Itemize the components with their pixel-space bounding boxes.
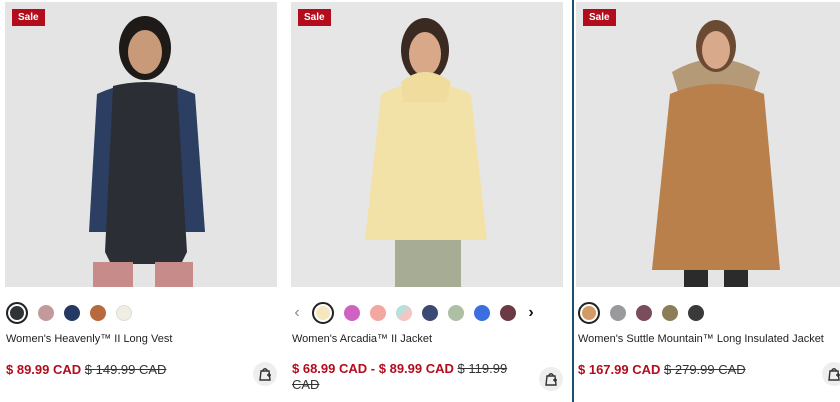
- color-swatch[interactable]: [636, 305, 652, 321]
- price-separator: -: [370, 361, 376, 376]
- color-swatch[interactable]: [370, 305, 386, 321]
- product-image[interactable]: Sale: [291, 2, 563, 287]
- color-swatches: [6, 302, 132, 324]
- add-to-bag-icon: [545, 373, 557, 386]
- add-to-bag-button[interactable]: [539, 367, 563, 391]
- color-swatch[interactable]: [688, 305, 704, 321]
- color-swatch[interactable]: [38, 305, 54, 321]
- sale-badge: Sale: [298, 9, 331, 26]
- add-to-bag-button[interactable]: [822, 362, 840, 386]
- product-name[interactable]: Women's Heavenly™ II Long Vest: [6, 333, 172, 345]
- chevron-left-icon[interactable]: ‹: [292, 304, 302, 322]
- add-to-bag-icon: [259, 368, 271, 381]
- sale-price: $ 89.99 CAD: [6, 362, 82, 377]
- add-to-bag-icon: [828, 368, 840, 381]
- color-swatch[interactable]: [344, 305, 360, 321]
- product-card[interactable]: Sale ‹ › Women's Arcadia™ II Jacket $ 68…: [286, 0, 570, 402]
- color-swatch[interactable]: [312, 302, 334, 324]
- product-name[interactable]: Women's Suttle Mountain™ Long Insulated …: [578, 333, 824, 345]
- color-swatch[interactable]: [662, 305, 678, 321]
- chevron-right-icon[interactable]: ›: [526, 304, 536, 322]
- color-swatch[interactable]: [396, 305, 412, 321]
- color-swatch[interactable]: [500, 305, 516, 321]
- product-image[interactable]: Sale: [5, 2, 277, 287]
- color-swatches: ‹ ›: [292, 302, 536, 324]
- color-swatch[interactable]: [474, 305, 490, 321]
- add-to-bag-button[interactable]: [253, 362, 277, 386]
- color-swatch[interactable]: [64, 305, 80, 321]
- sale-price: $ 68.99 CAD: [292, 361, 368, 376]
- product-price: $ 68.99 CAD - $ 89.99 CAD $ 119.99 CAD: [292, 361, 532, 393]
- original-price: $ 279.99 CAD: [664, 362, 746, 377]
- product-card[interactable]: Sale Women's Heavenly™ II Long Vest $ 89…: [0, 0, 284, 402]
- color-swatches: [578, 302, 704, 324]
- product-card[interactable]: Sale Women's Suttle Mountain™ Long Insul…: [572, 0, 840, 402]
- color-swatch[interactable]: [578, 302, 600, 324]
- product-name[interactable]: Women's Arcadia™ II Jacket: [292, 333, 432, 345]
- color-swatch[interactable]: [422, 305, 438, 321]
- original-price: $ 149.99 CAD: [84, 362, 167, 377]
- color-swatch[interactable]: [610, 305, 626, 321]
- color-swatch[interactable]: [6, 302, 28, 324]
- color-swatch[interactable]: [448, 305, 464, 321]
- sale-badge: Sale: [12, 9, 45, 26]
- product-photo: [291, 2, 563, 287]
- product-photo: [576, 2, 840, 287]
- product-price: $ 167.99 CAD $ 279.99 CAD: [578, 362, 746, 378]
- product-photo: [5, 2, 277, 287]
- product-price: $ 89.99 CAD $ 149.99 CAD: [6, 362, 166, 378]
- sale-badge: Sale: [583, 9, 616, 26]
- color-swatch[interactable]: [90, 305, 106, 321]
- product-image[interactable]: Sale: [576, 2, 840, 287]
- color-swatch[interactable]: [116, 305, 132, 321]
- sale-price-high: $ 89.99 CAD: [378, 361, 454, 376]
- sale-price: $ 167.99 CAD: [578, 362, 661, 377]
